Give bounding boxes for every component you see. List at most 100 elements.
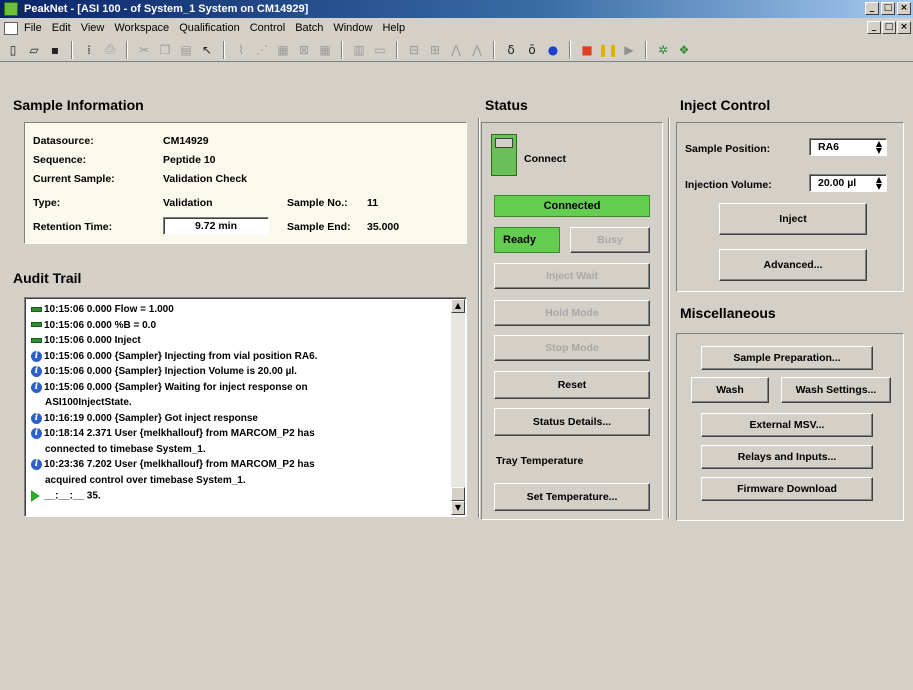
connected-indicator: Connected [494,195,650,217]
audit-line: __:__:__ 35. [31,490,101,503]
scroll-thumb[interactable] [451,487,465,501]
connect-label[interactable]: Connect [524,153,566,165]
help-pointer-icon[interactable]: ↖ [198,41,216,59]
save-icon[interactable]: ▪ [46,41,64,59]
sample-position-spinner-icon[interactable]: ▲ ▼ [874,140,884,155]
maximize-button[interactable]: □ [881,2,895,15]
print-icon: ⎙ [105,42,115,56]
audit-line: 10:15:06 0.000 Inject [31,335,141,347]
sample-end-value: 35.000 [367,221,400,233]
menu-workspace[interactable]: Workspace [114,22,169,34]
close-button[interactable]: × [897,2,911,15]
menu-window[interactable]: Window [333,22,372,34]
audit-line: connected to timebase System_1. [45,444,206,456]
audit-line: i 10:23:36 7.202 User {melkhallouf} from … [31,459,315,471]
audit-scrollbar[interactable]: ▲ ▼ [451,299,465,515]
play-icon[interactable]: ▶ [620,41,638,59]
relays-and-inputs-button[interactable]: Relays and Inputs... [701,445,873,469]
sample-preparation-button[interactable]: Sample Preparation... [701,346,873,370]
reset-button[interactable]: Reset [494,371,650,399]
align2-icon: ⊞ [429,42,441,57]
document-icon[interactable] [4,21,18,35]
peak2-icon: ⋀ [472,42,482,57]
settings-icon[interactable]: ✲ [654,41,672,59]
info-icon: i [31,366,42,377]
external-msv-button[interactable]: External MSV... [701,413,873,437]
flask-icon[interactable]: δ [502,41,520,59]
sample-info-panel: Datasource: CM14929 Sequence: Peptide 10… [24,122,467,244]
sample-position-field[interactable]: RA6 ▲ ▼ [809,138,887,156]
info-icon: i [31,459,42,470]
status-details-button[interactable]: Status Details... [494,408,650,436]
mdi-maximize-button[interactable]: □ [882,21,896,34]
retention-time-field: 9.72 min [163,217,269,235]
status-panel: Connect Connected Ready Busy Inject Wait… [481,122,663,520]
datasource-label: Datasource: [33,135,94,147]
pause-icon[interactable]: ❚❚ [598,41,618,59]
menu-control[interactable]: Control [250,22,285,34]
set-temperature-button[interactable]: Set Temperature... [494,483,650,511]
arrow-icon [31,490,40,502]
status-title: Status [485,97,528,113]
toolbar-separator [396,40,398,59]
divider [478,118,480,518]
audit-line-text: 10:18:14 2.371 User {melkhallouf} from M… [44,428,315,440]
menu-help[interactable]: Help [382,22,405,34]
cut-icon: ✂ [138,42,150,57]
audit-line-text: 10:15:06 0.000 {Sampler} Waiting for inj… [44,381,308,393]
sequence-label: Sequence: [33,154,87,166]
toolbar-separator [569,40,571,59]
open-icon[interactable]: ▱ [25,41,43,59]
menu-qualification[interactable]: Qualification [179,22,240,34]
window-icon: ▭ [374,42,386,57]
advanced-button[interactable]: Advanced... [719,249,867,281]
audit-line-text: 10:15:06 0.000 {Sampler} Injection Volum… [44,366,297,378]
align-icon: ⊟ [408,42,420,57]
new-icon[interactable]: ▯ [4,41,22,59]
audit-line-text: 10:15:06 0.000 Flow = 1.000 [44,304,174,315]
audit-line-text: ASI100InjectState. [45,397,132,408]
module-icon[interactable]: ❖ [675,41,693,59]
current-sample-value: Validation Check [163,173,248,185]
minimize-button[interactable]: _ [865,2,879,15]
injection-volume-spinner-icon[interactable]: ▲ ▼ [874,176,884,191]
module-status-icon [31,306,42,312]
window-title: PeakNet - [ASI 100 - of System_1 System … [24,3,309,15]
chart2-icon: ⋰ [256,42,268,57]
mdi-close-button[interactable]: × [897,21,911,34]
sequence-icon[interactable]: ⁞ [80,41,98,59]
audit-line: i 10:15:06 0.000 {Sampler} Waiting for in… [31,381,308,394]
menu-view[interactable]: View [81,22,105,34]
wash-settings-button[interactable]: Wash Settings... [781,377,891,403]
menu-file[interactable]: File [24,22,42,34]
firmware-download-button[interactable]: Firmware Download [701,477,873,501]
audit-trail-list[interactable]: ▲ ▼ 10:15:06 0.000 Flow = 1.000 10:15:06 … [24,297,467,517]
scroll-down-button[interactable]: ▼ [451,501,465,515]
audit-line-text: 10:15:06 0.000 {Sampler} Injecting from … [44,350,318,362]
sample-end-label: Sample End: [287,221,351,233]
menu-edit[interactable]: Edit [52,22,71,34]
sample-no-value: 11 [367,197,379,209]
info-icon: i [31,350,42,362]
sample-position-value: RA6 [818,141,840,153]
app-icon [4,2,18,16]
menu-batch[interactable]: Batch [295,22,323,34]
sample-no-label: Sample No.: [287,197,348,209]
inject-control-panel: Sample Position: RA6 ▲ ▼ Injection Volume… [676,122,904,292]
inject-button[interactable]: Inject [719,203,867,235]
wash-button[interactable]: Wash [691,377,769,403]
scroll-up-button[interactable]: ▲ [451,299,465,313]
vial-icon[interactable]: ō [523,41,541,59]
audit-line-text: connected to timebase System_1. [45,443,206,455]
module-status-icon [31,337,42,343]
divider [668,118,670,518]
stop-icon[interactable]: ■ [578,41,596,59]
injection-volume-field[interactable]: 20.00 µl ▲ ▼ [809,174,887,192]
record-icon[interactable]: ● [544,41,562,59]
toolbar-separator [493,40,495,59]
mdi-minimize-button[interactable]: _ [867,21,881,34]
audit-line-text: __:__:__ 35. [44,490,101,502]
inject-control-title: Inject Control [680,97,771,113]
layout-icon: ▥ [353,42,365,57]
toolbar-separator [341,40,343,59]
